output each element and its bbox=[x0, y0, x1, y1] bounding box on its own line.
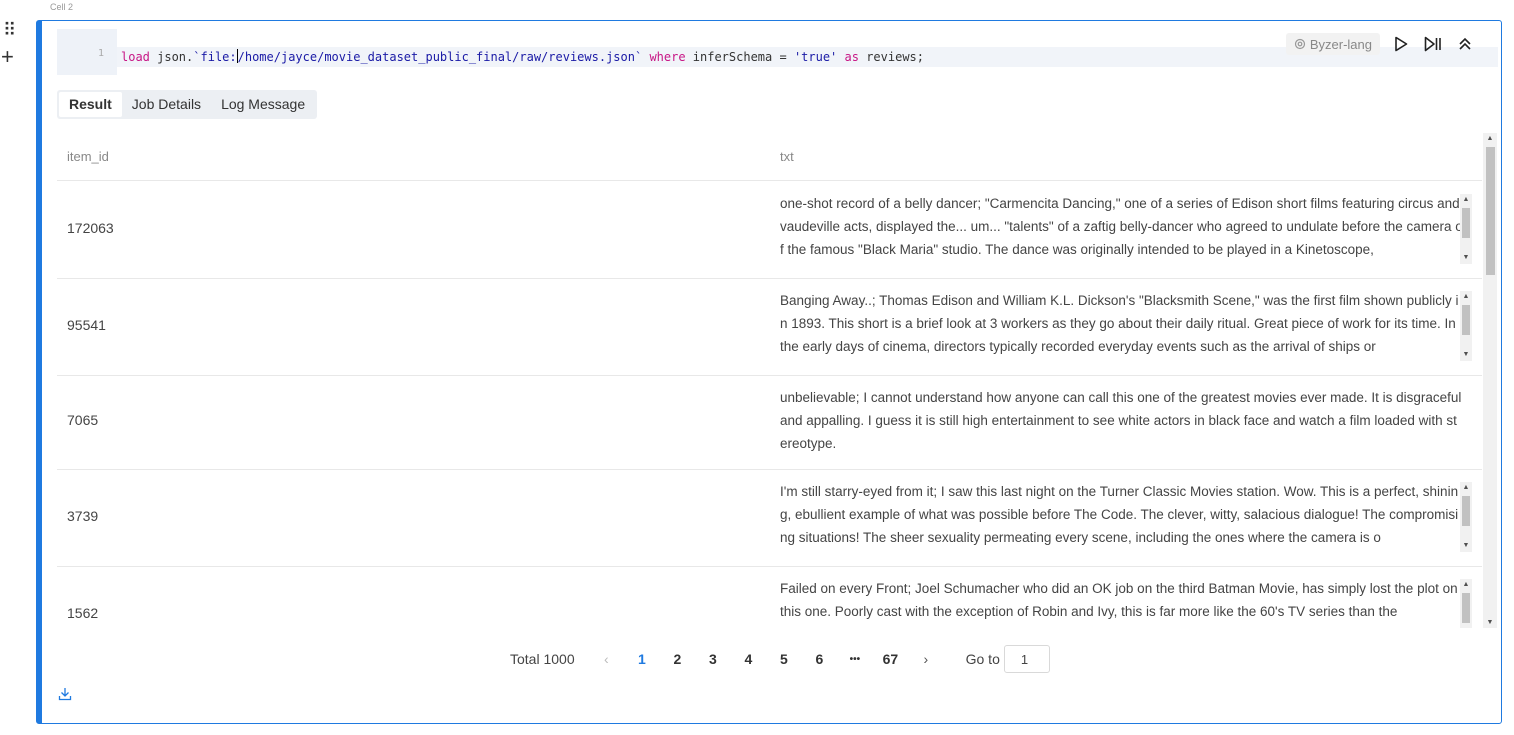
scroll-up-icon[interactable]: ▲ bbox=[1483, 135, 1497, 142]
editor-gutter: 1 bbox=[57, 29, 117, 75]
scroll-thumb[interactable] bbox=[1462, 208, 1470, 238]
cell-scrollbar[interactable]: ▲ ▼ bbox=[1460, 194, 1472, 264]
download-button[interactable] bbox=[58, 687, 74, 703]
cell-txt: Banging Away..; Thomas Edison and Willia… bbox=[780, 293, 1459, 354]
run-cell-button[interactable] bbox=[1390, 33, 1412, 55]
scroll-down-icon[interactable]: ▼ bbox=[1460, 542, 1472, 550]
tab-result[interactable]: Result bbox=[59, 92, 122, 117]
drag-handle-icon[interactable]: ⠿ bbox=[3, 21, 16, 39]
scroll-thumb[interactable] bbox=[1462, 593, 1470, 623]
page-1[interactable]: 1 bbox=[624, 651, 660, 667]
pagination: Total 1000 ‹ 1 2 3 4 5 6 ••• 67 › Go to bbox=[510, 645, 1050, 673]
table-header: item_id txt bbox=[57, 133, 1482, 181]
next-page-icon[interactable]: › bbox=[908, 651, 944, 667]
column-header-txt[interactable]: txt bbox=[780, 149, 794, 164]
code-keyword-where: where bbox=[649, 50, 686, 64]
page-6[interactable]: 6 bbox=[802, 651, 838, 667]
cell-txt: I'm still starry-eyed from it; I saw thi… bbox=[780, 484, 1459, 545]
code-string-true: 'true' bbox=[793, 50, 838, 64]
code-token: json. bbox=[149, 50, 194, 64]
cell-toolbar: Byzer-lang bbox=[1285, 32, 1476, 56]
code-line[interactable]: load json.`file:/home/jayce/movie_datase… bbox=[121, 49, 924, 64]
scroll-up-icon[interactable]: ▲ bbox=[1460, 293, 1472, 301]
chevron-double-up-icon bbox=[1459, 37, 1471, 50]
scroll-up-icon[interactable]: ▲ bbox=[1460, 196, 1472, 204]
table-row: 1562 Failed on every Front; Joel Schumac… bbox=[57, 567, 1482, 628]
cell-txt: unbelievable; I cannot understand how an… bbox=[780, 390, 1462, 451]
cell-item-id: 3739 bbox=[67, 508, 99, 524]
language-selector[interactable]: Byzer-lang bbox=[1285, 33, 1380, 55]
code-keyword-as: as bbox=[844, 50, 859, 64]
download-icon bbox=[58, 688, 72, 701]
table-row: 172063 one-shot record of a belly dancer… bbox=[57, 182, 1482, 279]
collapse-cell-button[interactable] bbox=[1454, 33, 1476, 55]
goto-label: Go to bbox=[965, 651, 1000, 667]
cell-item-id: 95541 bbox=[67, 317, 106, 333]
cell-scrollbar[interactable]: ▲ ▼ bbox=[1460, 291, 1472, 361]
run-below-button[interactable] bbox=[1422, 33, 1444, 55]
code-path-prefix: `file: bbox=[193, 50, 237, 64]
code-token: inferSchema = bbox=[685, 50, 794, 64]
prev-page-icon[interactable]: ‹ bbox=[589, 651, 625, 667]
scroll-up-icon[interactable]: ▲ bbox=[1460, 484, 1472, 492]
play-pause-icon bbox=[1424, 36, 1441, 52]
cell-label: Cell 2 bbox=[50, 2, 74, 12]
page-2[interactable]: 2 bbox=[660, 651, 696, 667]
table-row: 7065 unbelievable; I cannot understand h… bbox=[57, 376, 1482, 470]
page-67[interactable]: 67 bbox=[873, 651, 909, 667]
column-header-item-id[interactable]: item_id bbox=[67, 149, 109, 164]
table-row: 3739 I'm still starry-eyed from it; I sa… bbox=[57, 470, 1482, 567]
page-5[interactable]: 5 bbox=[766, 651, 802, 667]
tab-job-details[interactable]: Job Details bbox=[122, 92, 211, 117]
code-editor[interactable]: 1 load json.`file:/home/jayce/movie_data… bbox=[57, 29, 1498, 75]
cell-item-id: 1562 bbox=[67, 605, 99, 621]
code-token: reviews; bbox=[858, 50, 925, 64]
line-number: 1 bbox=[97, 48, 104, 59]
scroll-down-icon[interactable]: ▼ bbox=[1483, 619, 1497, 626]
cell-item-id: 7065 bbox=[67, 412, 99, 428]
code-keyword-load: load bbox=[121, 50, 150, 64]
total-count: Total 1000 bbox=[510, 651, 575, 667]
scroll-thumb[interactable] bbox=[1486, 147, 1495, 275]
page-3[interactable]: 3 bbox=[695, 651, 731, 667]
cell-scrollbar[interactable]: ▲ bbox=[1460, 579, 1472, 628]
language-label: Byzer-lang bbox=[1309, 36, 1372, 52]
ellipsis-icon[interactable]: ••• bbox=[837, 654, 873, 665]
play-icon bbox=[1395, 36, 1408, 52]
tab-log-message[interactable]: Log Message bbox=[211, 92, 315, 117]
code-path: /home/jayce/movie_dataset_public_final/r… bbox=[237, 50, 643, 64]
scroll-down-icon[interactable]: ▼ bbox=[1460, 351, 1472, 359]
table-scrollbar[interactable]: ▲ ▼ bbox=[1483, 133, 1497, 628]
scroll-thumb[interactable] bbox=[1462, 496, 1470, 526]
page-4[interactable]: 4 bbox=[731, 651, 767, 667]
cell-item-id: 172063 bbox=[67, 220, 114, 236]
output-tabs: Result Job Details Log Message bbox=[57, 90, 318, 119]
add-cell-icon[interactable]: + bbox=[1, 46, 14, 68]
cell-txt: one-shot record of a belly dancer; "Carm… bbox=[780, 196, 1463, 257]
scroll-down-icon[interactable]: ▼ bbox=[1460, 254, 1472, 262]
scroll-thumb[interactable] bbox=[1462, 305, 1470, 335]
result-table: item_id txt 172063 one-shot record of a … bbox=[57, 133, 1497, 628]
notebook-cell: 1 load json.`file:/home/jayce/movie_data… bbox=[36, 20, 1502, 724]
cell-scrollbar[interactable]: ▲ ▼ bbox=[1460, 482, 1472, 552]
gear-icon bbox=[1294, 38, 1305, 50]
scroll-up-icon[interactable]: ▲ bbox=[1460, 581, 1472, 589]
goto-page: Go to bbox=[966, 645, 1050, 673]
cell-txt: Failed on every Front; Joel Schumacher w… bbox=[780, 581, 1458, 619]
table-row: 95541 Banging Away..; Thomas Edison and … bbox=[57, 279, 1482, 376]
goto-input[interactable] bbox=[1003, 645, 1050, 673]
